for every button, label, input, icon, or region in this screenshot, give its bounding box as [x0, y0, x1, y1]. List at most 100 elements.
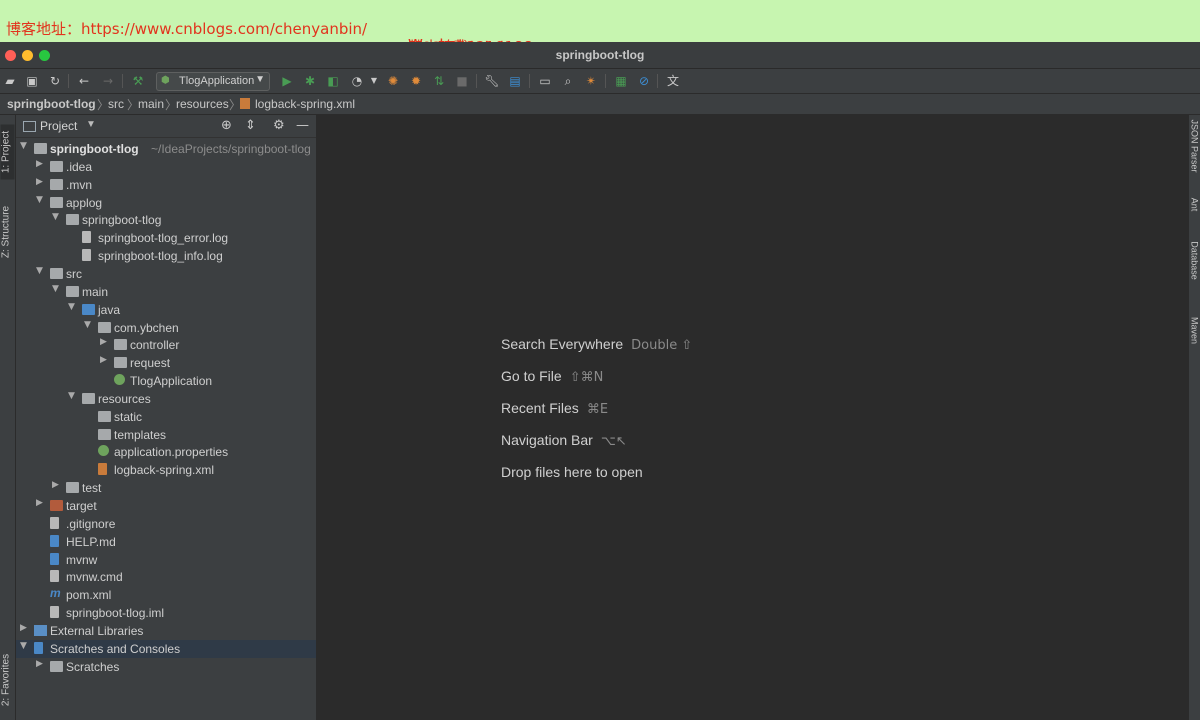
attach-icon[interactable]: ✺ [385, 73, 401, 89]
tree-item-label: .gitignore [66, 516, 116, 531]
tab-favorites[interactable]: 2: Favorites [1, 653, 15, 708]
tree-row[interactable]: springboot-tlog_error.log [16, 229, 316, 247]
tree-row[interactable]: logback-spring.xml [16, 461, 316, 479]
restart-icon[interactable]: ✹ [408, 73, 424, 89]
project-structure-icon[interactable]: ▤ [507, 73, 523, 89]
tree-row[interactable]: ▼ src [16, 265, 316, 283]
tree-row[interactable]: ▶ External Libraries [16, 622, 316, 640]
tree-row[interactable]: .gitignore [16, 515, 316, 533]
hot-swap-icon[interactable]: ⇅ [431, 73, 447, 89]
back-icon[interactable]: ← [76, 73, 92, 89]
folder-icon [66, 214, 79, 226]
tree-item-label: application.properties [114, 445, 229, 460]
locate-icon[interactable]: ⊕ [221, 118, 232, 133]
chevron-down-icon[interactable]: ▼ [52, 212, 59, 222]
chevron-down-icon[interactable]: ▼ [68, 391, 75, 401]
tab-project[interactable]: 1: Project [0, 124, 15, 180]
tab-maven[interactable]: Maven [1189, 308, 1200, 354]
tree-row[interactable]: springboot-tlog.iml [16, 604, 316, 622]
tree-row[interactable]: ▼ com.ybchen [16, 319, 316, 337]
breadcrumb-file[interactable]: logback-spring.xml [255, 97, 355, 111]
breadcrumb-project[interactable]: springboot-tlog [7, 97, 96, 111]
tree-row[interactable]: ▼ springboot-tlog ~/IdeaProjects/springboo… [16, 140, 316, 158]
tree-row[interactable]: ▼ resources [16, 390, 316, 408]
coverage-icon[interactable]: ◧ [325, 73, 341, 89]
chevron-right-icon[interactable]: ▶ [52, 480, 59, 490]
project-panel-header: Project ▼ ⊕ ⇕ ⚙ — [16, 115, 316, 138]
chevron-down-icon[interactable]: ▼ [84, 320, 91, 330]
tree-row[interactable]: ▶ .mvn [16, 176, 316, 194]
plugin-icon[interactable]: ✴ [583, 73, 599, 89]
chevron-down-icon[interactable]: ▼ [366, 73, 382, 89]
chevron-right-icon[interactable]: ▶ [36, 498, 43, 508]
chevron-right-icon[interactable]: ▶ [36, 159, 43, 169]
open-icon[interactable]: ▰ [2, 73, 18, 89]
translate-icon[interactable]: 文 [665, 73, 681, 89]
profile-icon[interactable]: ◔ [349, 73, 365, 89]
terminal-icon[interactable]: ▭ [537, 73, 553, 89]
tree-row[interactable]: application.properties [16, 443, 316, 461]
disable-icon[interactable]: ⊘ [636, 73, 652, 89]
tree-row[interactable]: mvnw.cmd [16, 568, 316, 586]
forward-icon[interactable]: → [100, 73, 116, 89]
tree-row[interactable]: ▼ springboot-tlog [16, 211, 316, 229]
file-icon [50, 606, 59, 619]
tree-row[interactable]: TlogApplication [16, 372, 316, 390]
build-icon[interactable]: ⚒ [130, 73, 146, 89]
hide-icon[interactable]: — [296, 118, 309, 133]
tree-row[interactable]: static [16, 408, 316, 426]
tree-row[interactable]: templates [16, 426, 316, 444]
library-icon [34, 624, 47, 636]
sync-icon[interactable]: ↻ [47, 73, 63, 89]
chevron-down-icon[interactable]: ▼ [20, 141, 27, 151]
collapse-all-icon[interactable]: ⇕ [245, 118, 256, 133]
chevron-right-icon[interactable]: ▶ [100, 337, 107, 347]
tree-row[interactable]: ▶ .idea [16, 158, 316, 176]
debug-icon[interactable]: ✱ [302, 73, 318, 89]
editor-empty-area[interactable]: Search Everywhere Double ⇧ Go to File ⇧⌘N … [317, 115, 1189, 720]
tree-row[interactable]: HELP.md [16, 533, 316, 551]
breadcrumb-src[interactable]: src [108, 97, 124, 111]
tree-row[interactable]: ▶ controller [16, 336, 316, 354]
watermark-banner: 博客地址：https://www.cnblogs.com/chenyanbin/… [0, 0, 1200, 56]
chevron-down-icon[interactable]: ▼ [86, 119, 96, 130]
tree-row[interactable]: ▶ Scratches [16, 658, 316, 676]
tree-row[interactable]: ▼ java [16, 301, 316, 319]
stop-icon[interactable]: ■ [454, 73, 470, 89]
tab-structure[interactable]: Z: Structure [1, 205, 15, 260]
project-panel-title[interactable]: Project [40, 119, 77, 133]
chevron-right-icon[interactable]: ▶ [20, 623, 27, 633]
chevron-right-icon[interactable]: ▶ [36, 177, 43, 187]
tree-row[interactable]: ▶ request [16, 354, 316, 372]
tree-row[interactable]: m pom.xml [16, 586, 316, 604]
save-icon[interactable]: ▣ [24, 73, 40, 89]
search-icon[interactable]: ⌕ [560, 73, 576, 89]
chevron-right-icon[interactable]: ▶ [36, 659, 43, 669]
gear-icon[interactable]: ⚙ [273, 118, 285, 133]
hint-label: Go to File [501, 368, 562, 384]
chevron-down-icon[interactable]: ▼ [52, 284, 59, 294]
chevron-down-icon[interactable]: ▼ [36, 195, 43, 205]
tree-row[interactable]: ▶ test [16, 479, 316, 497]
settings-icon[interactable]: 🔧︎ [484, 73, 500, 89]
tree-row[interactable]: ▼ main [16, 283, 316, 301]
run-icon[interactable]: ▶ [279, 73, 295, 89]
tree-row[interactable]: springboot-tlog_info.log [16, 247, 316, 265]
tab-ant[interactable]: Ant [1189, 182, 1200, 228]
breadcrumb-resources[interactable]: resources [176, 97, 229, 111]
monitor-icon[interactable]: ▦ [613, 73, 629, 89]
chevron-down-icon[interactable]: ▼ [20, 641, 27, 651]
tree-row[interactable]: ▼ Scratches and Consoles [16, 639, 316, 658]
chevron-right-icon[interactable]: ▶ [100, 355, 107, 365]
chevron-down-icon[interactable]: ▼ [68, 302, 75, 312]
tree-row[interactable]: ▶ target [16, 497, 316, 515]
run-configuration-select[interactable]: ⬢ TlogApplication ▼ [156, 72, 270, 91]
tab-database[interactable]: Database [1189, 238, 1200, 284]
excluded-folder-icon [50, 500, 63, 511]
tree-row[interactable]: ▼ applog [16, 194, 316, 212]
chevron-down-icon[interactable]: ▼ [36, 266, 43, 276]
breadcrumb-main[interactable]: main [138, 97, 164, 111]
tab-json-parser[interactable]: JSON Parser [1189, 120, 1200, 173]
package-icon [114, 357, 127, 369]
tree-row[interactable]: mvnw [16, 551, 316, 569]
